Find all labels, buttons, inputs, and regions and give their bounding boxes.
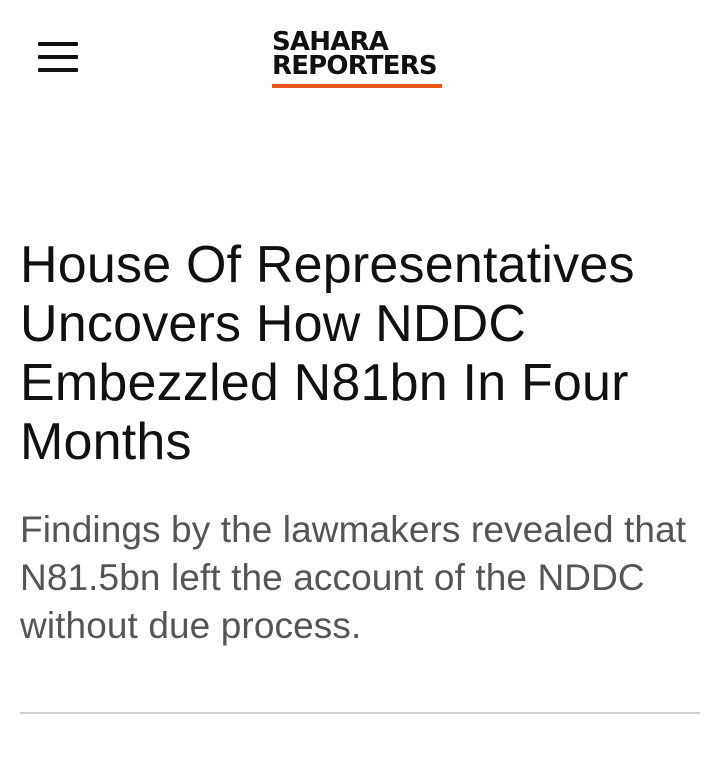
menu-bar-middle: [38, 55, 78, 59]
article-teaser: House Of Representatives Uncovers How ND…: [20, 236, 700, 650]
site-logo[interactable]: SAHARA REPORTERS: [272, 29, 444, 90]
site-header: SAHARA REPORTERS: [0, 0, 720, 110]
article-headline[interactable]: House Of Representatives Uncovers How ND…: [20, 236, 700, 472]
hamburger-menu-icon[interactable]: [38, 40, 78, 74]
section-divider: [20, 712, 700, 714]
article-summary: Findings by the lawmakers revealed that …: [20, 509, 687, 646]
menu-bar-bottom: [38, 68, 78, 72]
menu-bar-top: [38, 42, 78, 46]
logo-line-2: REPORTERS: [272, 51, 438, 81]
logo-accent-underline: [272, 84, 442, 88]
